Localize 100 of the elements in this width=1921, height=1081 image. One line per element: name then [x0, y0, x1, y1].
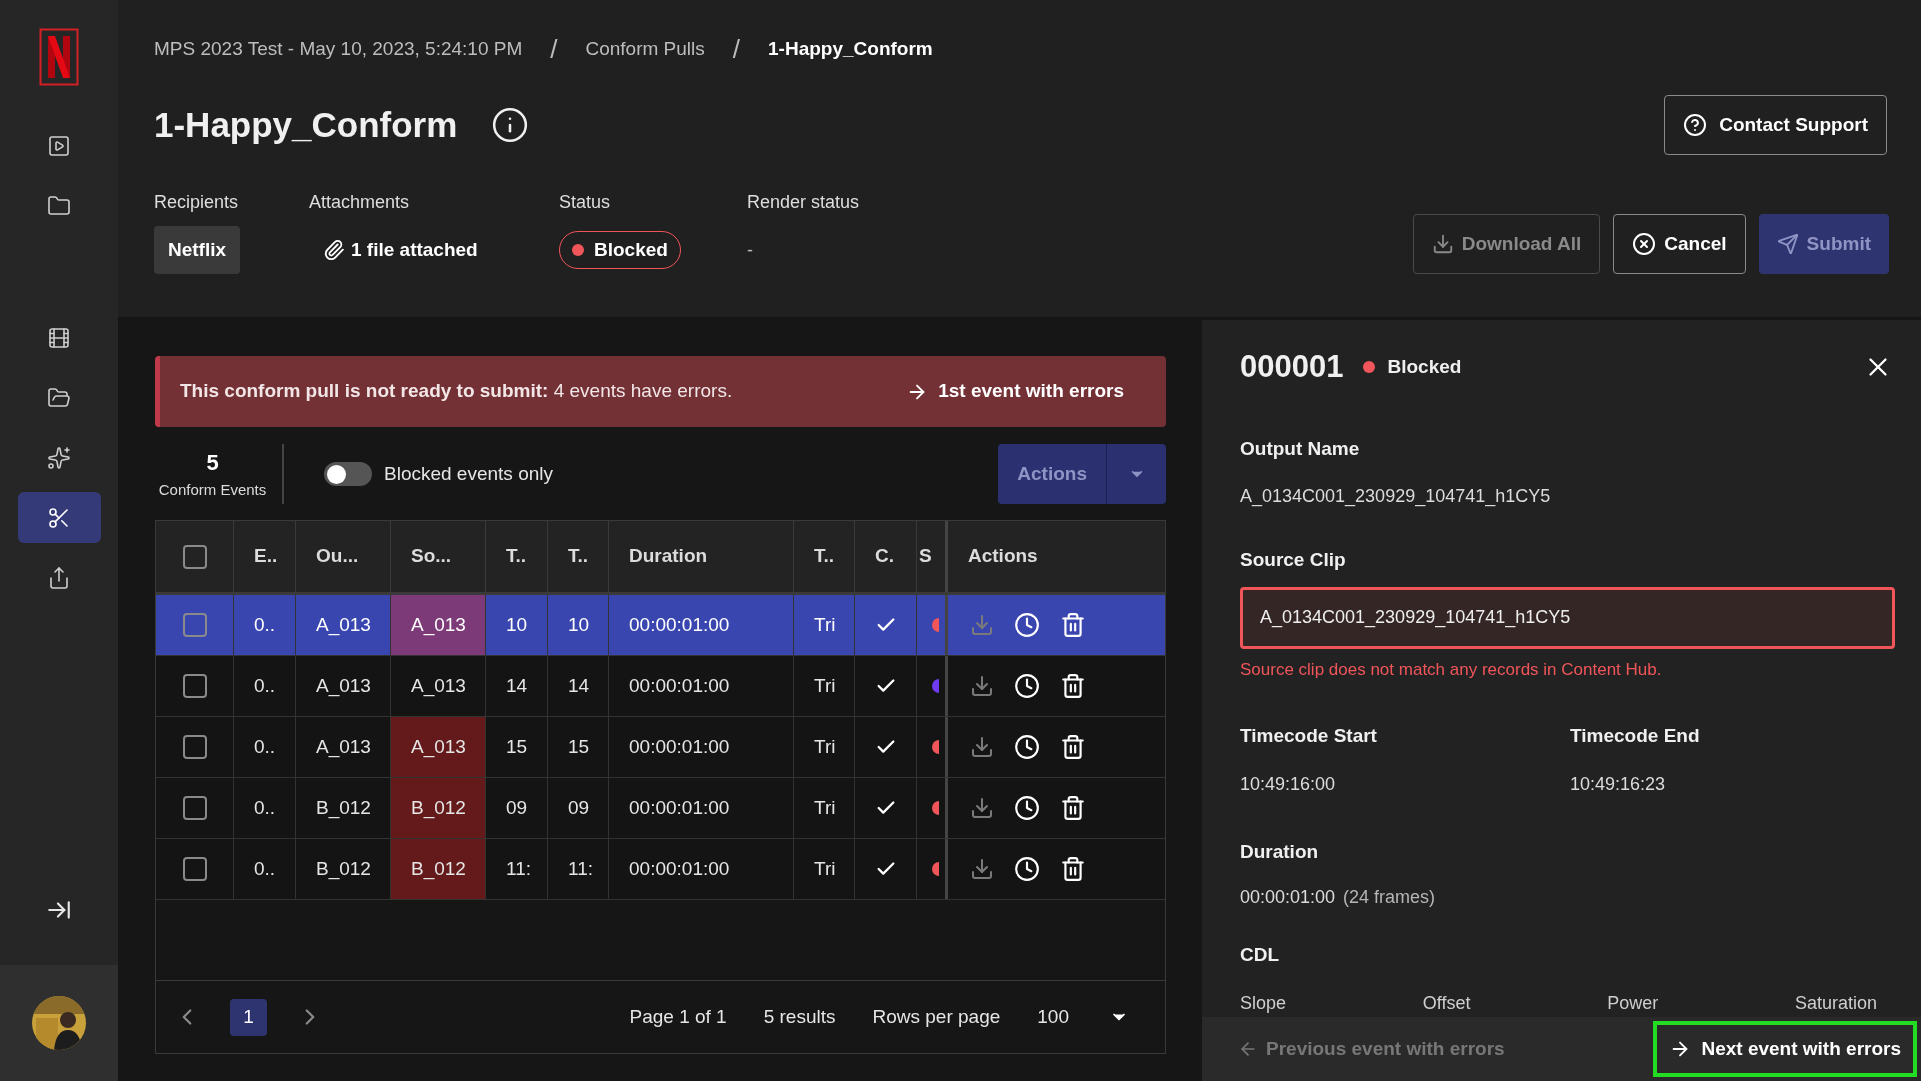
- field-label: Timecode Start: [1240, 724, 1378, 748]
- column-header[interactable]: Ou...: [296, 521, 391, 592]
- breadcrumb-link[interactable]: 1-Happy_Conform: [768, 35, 933, 64]
- results-count: 5 results: [763, 1004, 836, 1029]
- table-cell: 10: [548, 595, 609, 655]
- row-checkbox[interactable]: [182, 735, 207, 759]
- paperclip-icon: [323, 239, 345, 261]
- cdl-column-label: Power: [1607, 991, 1659, 1015]
- field-label: Render status: [747, 191, 860, 214]
- table-cell: Tri: [794, 595, 855, 655]
- contact-support-button[interactable]: Contact Support: [1664, 95, 1887, 155]
- help-icon: [1683, 113, 1708, 137]
- table-cell: Tri: [794, 778, 855, 838]
- table-cell: 15: [548, 717, 609, 777]
- delete-button[interactable]: [1060, 734, 1086, 760]
- clock-icon: [1014, 612, 1040, 638]
- clock-icon: [1014, 795, 1040, 821]
- table-row[interactable]: 0.. A_013 A_013 10 10 00:00:01:00 Tri: [156, 595, 1165, 656]
- download-icon: [1431, 233, 1454, 255]
- row-checkbox[interactable]: [182, 674, 207, 698]
- table-cell: 10: [486, 595, 548, 655]
- column-header[interactable]: T..: [794, 521, 855, 592]
- close-icon: [1632, 232, 1657, 256]
- info-icon[interactable]: [491, 106, 530, 144]
- table-cell: 0..: [234, 839, 296, 899]
- table-row[interactable]: 0.. A_013 A_013 15 15 00:00:01:00 Tri: [156, 717, 1165, 778]
- column-header[interactable]: T..: [548, 521, 609, 592]
- select-all-checkbox[interactable]: [182, 544, 207, 569]
- row-checkbox[interactable]: [182, 613, 207, 637]
- event-count-label: Conform Events: [158, 480, 267, 501]
- field-label: Attachments: [309, 191, 411, 214]
- delete-button[interactable]: [1060, 856, 1086, 882]
- table-cell: 14: [486, 656, 548, 716]
- table-cell: A_013: [391, 656, 486, 716]
- folder-icon: [47, 193, 71, 218]
- cancel-button[interactable]: Cancel: [1613, 214, 1746, 274]
- source-clip-field[interactable]: A_0134C001_230929_104741_h1CY5: [1240, 586, 1895, 649]
- table-row[interactable]: 0.. B_012 B_012 09 09 00:00:01:00 Tri: [156, 778, 1165, 839]
- clock-icon: [1014, 673, 1040, 699]
- next-error-button[interactable]: Next event with errors: [1653, 1020, 1917, 1077]
- attachment-link[interactable]: 1 file attached: [309, 226, 559, 274]
- table-cell: Tri: [794, 839, 855, 899]
- field-label: Status: [559, 191, 612, 214]
- table-cell: A_013: [391, 717, 486, 777]
- column-header[interactable]: Duration: [609, 521, 794, 592]
- row-checkbox[interactable]: [182, 857, 207, 881]
- nav-item[interactable]: [17, 492, 101, 543]
- field-label: CDL: [1240, 943, 1281, 967]
- folder-icon: [47, 385, 71, 410]
- row-checkbox[interactable]: [182, 796, 207, 820]
- table-cell: 00:00:01:00: [609, 595, 794, 655]
- table-cell: 09: [486, 778, 548, 838]
- history-button[interactable]: [1014, 612, 1040, 638]
- field-label: Duration: [1240, 839, 1320, 864]
- cdl-column-label: Offset: [1422, 991, 1471, 1015]
- column-header[interactable]: E..: [234, 521, 296, 592]
- delete-button[interactable]: [1060, 795, 1086, 821]
- column-header[interactable]: Actions: [948, 521, 1165, 592]
- page-info: Page 1 of 1: [629, 1004, 727, 1029]
- event-count: 5: [206, 449, 219, 478]
- breadcrumb-link[interactable]: MPS 2023 Test - May 10, 2023, 5:24:10 PM: [154, 35, 523, 64]
- column-header[interactable]: T..: [486, 521, 548, 592]
- table-row[interactable]: 0.. B_012 B_012 11: 11: 00:00:01:00 Tri: [156, 839, 1165, 900]
- history-button[interactable]: [1014, 856, 1040, 882]
- history-button[interactable]: [1014, 795, 1040, 821]
- toggle-label: Blocked events only: [384, 461, 553, 486]
- history-button[interactable]: [1014, 673, 1040, 699]
- table-row[interactable]: 0.. A_013 A_013 14 14 00:00:01:00 Tri: [156, 656, 1165, 717]
- column-header[interactable]: C.: [855, 521, 917, 592]
- table-cell: Tri: [794, 656, 855, 716]
- film-icon: [47, 325, 71, 350]
- table-cell: 0..: [234, 717, 296, 777]
- field-label: Recipients: [154, 191, 240, 214]
- history-button[interactable]: [1014, 734, 1040, 760]
- table-cell: 11:: [548, 839, 609, 899]
- column-header[interactable]: S: [917, 521, 948, 592]
- page-button[interactable]: 1: [230, 998, 267, 1036]
- column-header[interactable]: So...: [391, 521, 486, 592]
- delete-button[interactable]: [1060, 612, 1086, 638]
- first-error-link[interactable]: 1st event with errors: [906, 377, 1124, 406]
- table-cell: B_012: [391, 839, 486, 899]
- download-icon: [970, 857, 994, 881]
- error-message: Source clip does not match any records in Content Hub.: [1240, 658, 1663, 681]
- clock-icon: [1014, 856, 1040, 882]
- rows-per-page-select[interactable]: 100: [1037, 1002, 1129, 1032]
- delete-button[interactable]: [1060, 673, 1086, 699]
- table-cell: 00:00:01:00: [609, 656, 794, 716]
- table-cell: B_012: [391, 778, 486, 838]
- frame-count: (24 frames): [1343, 886, 1436, 909]
- cdl-column-label: Slope: [1240, 991, 1287, 1015]
- breadcrumb-link[interactable]: Conform Pulls: [585, 35, 705, 64]
- table-cell: Tri: [794, 717, 855, 777]
- send-icon: [1776, 233, 1799, 255]
- toggle-switch[interactable]: [324, 462, 372, 486]
- scissors-icon: [47, 505, 71, 530]
- clock-icon: [1014, 734, 1040, 760]
- share-icon: [47, 565, 71, 590]
- field-label: Source Clip: [1240, 548, 1347, 572]
- field-value: 10:49:16:23: [1570, 772, 1667, 796]
- play-icon: [47, 133, 71, 158]
